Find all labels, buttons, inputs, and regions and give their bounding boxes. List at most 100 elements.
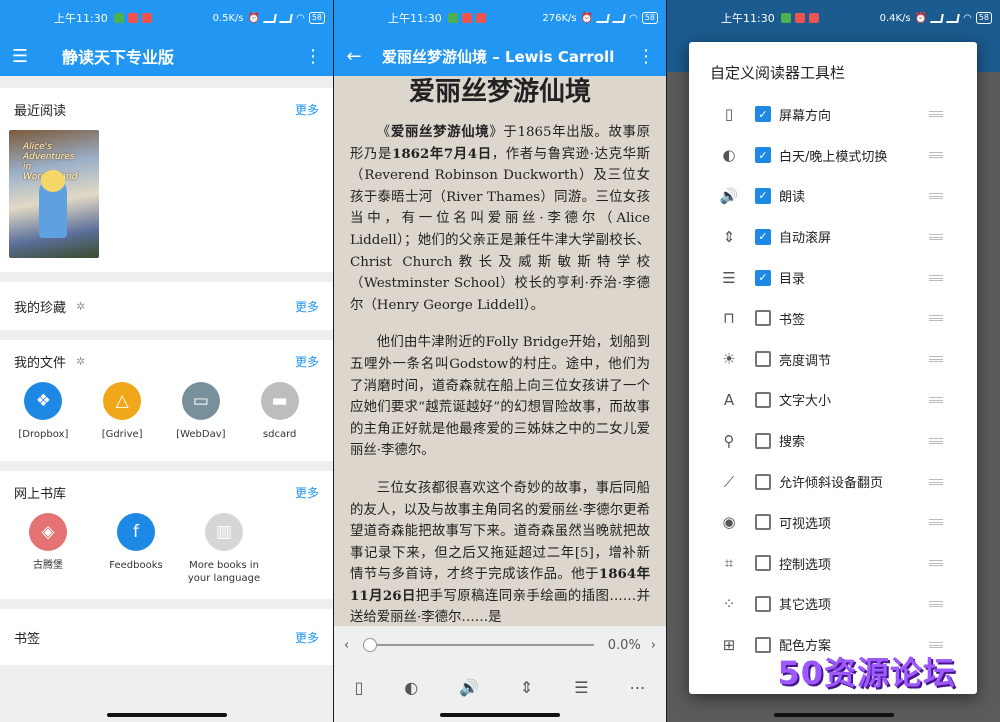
option-checkbox[interactable]: ✓	[755, 228, 771, 245]
option-checkbox[interactable]	[755, 595, 771, 612]
paragraph-text: 1862年7月4日	[392, 145, 492, 162]
source-item[interactable]: △ [Gdrive]	[83, 382, 162, 441]
option-label: 书签	[779, 312, 806, 328]
prev-chapter-icon[interactable]: ‹	[344, 638, 349, 653]
toolbar-option[interactable]: ◐ ✓ 白天/晚上模式切换	[689, 135, 977, 176]
reader-bottom-bar: ‹ 0.0% › ▯ ◐ 🔊 ⇕ ☰ ⋯	[334, 626, 666, 722]
source-label: Feedbooks	[109, 560, 163, 571]
book-cover[interactable]: Alice's Adventures in Wonderland	[9, 130, 99, 258]
option-checkbox[interactable]	[755, 310, 771, 327]
gear-icon[interactable]: ✲	[76, 355, 85, 368]
more-link[interactable]: 更多	[295, 101, 319, 118]
status-bar: 上午11:30 276K/s ⏰ ◠ 58	[334, 0, 666, 36]
reader-app-bar: ← 爱丽丝梦游仙境 – Lewis Carroll ⋮	[334, 36, 666, 76]
toolbar-option[interactable]: ⇕ ✓ 自动滚屏	[689, 216, 977, 257]
option-checkbox[interactable]: ✓	[755, 106, 771, 123]
option-checkbox[interactable]: ✓	[755, 269, 771, 286]
signal-icon	[596, 13, 610, 23]
toolbar-option[interactable]: 🔊 ✓ 朗读	[689, 176, 977, 217]
drag-handle-icon[interactable]	[929, 437, 943, 444]
drag-handle-icon[interactable]	[929, 641, 943, 648]
paragraph-text: 爱丽丝梦游仙境	[390, 124, 490, 140]
dropbox-icon: ❖	[24, 382, 63, 420]
drag-handle-icon[interactable]	[929, 600, 943, 607]
home-indicator[interactable]	[440, 713, 560, 717]
notification-icon	[113, 13, 124, 23]
toolbar-option[interactable]: ☀ 亮度调节	[689, 339, 977, 380]
source-item[interactable]: ❖ [Dropbox]	[4, 382, 83, 441]
drag-handle-icon[interactable]	[929, 111, 943, 118]
seek-track[interactable]	[363, 638, 594, 652]
toolbar-option[interactable]: ⚲ 搜索	[689, 420, 977, 461]
control-icon: ⌗	[724, 554, 734, 573]
toolbar-option[interactable]: ⁘ 其它选项	[689, 584, 977, 625]
speaker-icon[interactable]: 🔊	[459, 678, 479, 697]
auto-scroll-icon[interactable]: ⇕	[520, 678, 533, 697]
option-checkbox[interactable]	[755, 514, 771, 531]
more-link[interactable]: 更多	[295, 353, 319, 370]
day-night-icon[interactable]: ◐	[404, 678, 418, 697]
toolbar-option[interactable]: ⟋ 允许倾斜设备翻页	[689, 461, 977, 502]
option-checkbox[interactable]	[755, 555, 771, 572]
toolbar-option[interactable]: ◉ 可视选项	[689, 502, 977, 543]
drag-handle-icon[interactable]	[929, 315, 943, 322]
source-label: [Dropbox]	[18, 429, 69, 440]
reader-content[interactable]: 爱丽丝梦游仙境 《爱丽丝梦游仙境》于1865年出版。故事原形乃是1862年7月4…	[334, 76, 666, 629]
seek-thumb[interactable]	[363, 638, 378, 652]
option-checkbox[interactable]	[755, 391, 771, 408]
paragraph-text: 他们由牛津附近的Folly Bridge开始，划船到五哩外一条名叫Godstow…	[350, 335, 650, 459]
toolbar-option[interactable]: ▯ ✓ 屏幕方向	[689, 94, 977, 135]
overflow-menu-icon[interactable]: ⋮	[626, 36, 666, 76]
menu-icon[interactable]: ☰	[0, 36, 40, 76]
source-item[interactable]: ▥ More books in your language	[180, 513, 268, 585]
notification-icon	[808, 13, 819, 23]
alarm-icon: ⏰	[914, 12, 928, 24]
drag-handle-icon[interactable]	[929, 192, 943, 199]
option-checkbox[interactable]	[755, 636, 771, 653]
drag-handle-icon[interactable]	[929, 478, 943, 485]
source-item[interactable]: ▬ sdcard	[240, 382, 319, 441]
folder-icon: ▬	[260, 382, 299, 420]
notification-icon	[794, 13, 805, 23]
color-scheme-icon: ⊞	[722, 635, 736, 654]
next-chapter-icon[interactable]: ›	[651, 638, 656, 653]
home-indicator[interactable]	[106, 713, 227, 717]
more-link[interactable]: 更多	[295, 629, 319, 646]
drag-handle-icon[interactable]	[929, 233, 943, 240]
drag-handle-icon[interactable]	[929, 560, 943, 567]
overflow-menu-icon[interactable]: ⋮	[293, 36, 333, 76]
toolbar-option[interactable]: ⌗ 控制选项	[689, 543, 977, 584]
toolbar-option[interactable]: ☰ ✓ 目录	[689, 257, 977, 298]
paragraph: 他们由牛津附近的Folly Bridge开始，划船到五哩外一条名叫Godstow…	[350, 332, 650, 462]
drag-handle-icon[interactable]	[929, 519, 943, 526]
paragraph: 三位女孩都很喜欢这个奇妙的故事，事后同船的友人，以及与故事主角同名的爱丽丝·李德…	[350, 478, 650, 629]
more-dots-icon[interactable]: ⋯	[630, 678, 646, 697]
source-item[interactable]: ▭ [WebDav]	[162, 382, 241, 441]
drag-handle-icon[interactable]	[929, 274, 943, 281]
source-item[interactable]: ◈ 古腾堡	[4, 513, 92, 585]
drag-handle-icon[interactable]	[929, 396, 943, 403]
customize-toolbar-screen: 上午11:30 0.4K/s ⏰ ◠ 58 自定义阅读器工具栏 ▯ ✓ 屏幕方向 ◐ ✓…	[667, 0, 1000, 722]
option-label: 目录	[779, 272, 806, 288]
option-checkbox[interactable]: ✓	[755, 187, 771, 204]
option-checkbox[interactable]	[755, 473, 771, 490]
wifi-icon: ◠	[963, 12, 972, 24]
home-indicator[interactable]	[773, 713, 894, 717]
screen-rotation-icon[interactable]: ▯	[354, 678, 363, 697]
more-link[interactable]: 更多	[295, 298, 319, 315]
notification-icon	[461, 13, 472, 23]
more-link[interactable]: 更多	[295, 484, 319, 501]
back-arrow-icon[interactable]: ←	[334, 36, 374, 76]
toc-icon[interactable]: ☰	[574, 678, 588, 697]
option-checkbox[interactable]	[755, 351, 771, 368]
source-item[interactable]: f Feedbooks	[92, 513, 180, 585]
drag-handle-icon[interactable]	[929, 152, 943, 159]
toolbar-option[interactable]: A 文字大小	[689, 380, 977, 421]
option-checkbox[interactable]: ✓	[755, 147, 771, 164]
drag-handle-icon[interactable]	[929, 356, 943, 363]
reader-header-title: 爱丽丝梦游仙境 – Lewis Carroll	[382, 47, 615, 66]
option-checkbox[interactable]	[755, 432, 771, 449]
option-label: 亮度调节	[779, 353, 832, 369]
toolbar-option[interactable]: ⊓ 书签	[689, 298, 977, 339]
gear-icon[interactable]: ✲	[76, 300, 85, 313]
